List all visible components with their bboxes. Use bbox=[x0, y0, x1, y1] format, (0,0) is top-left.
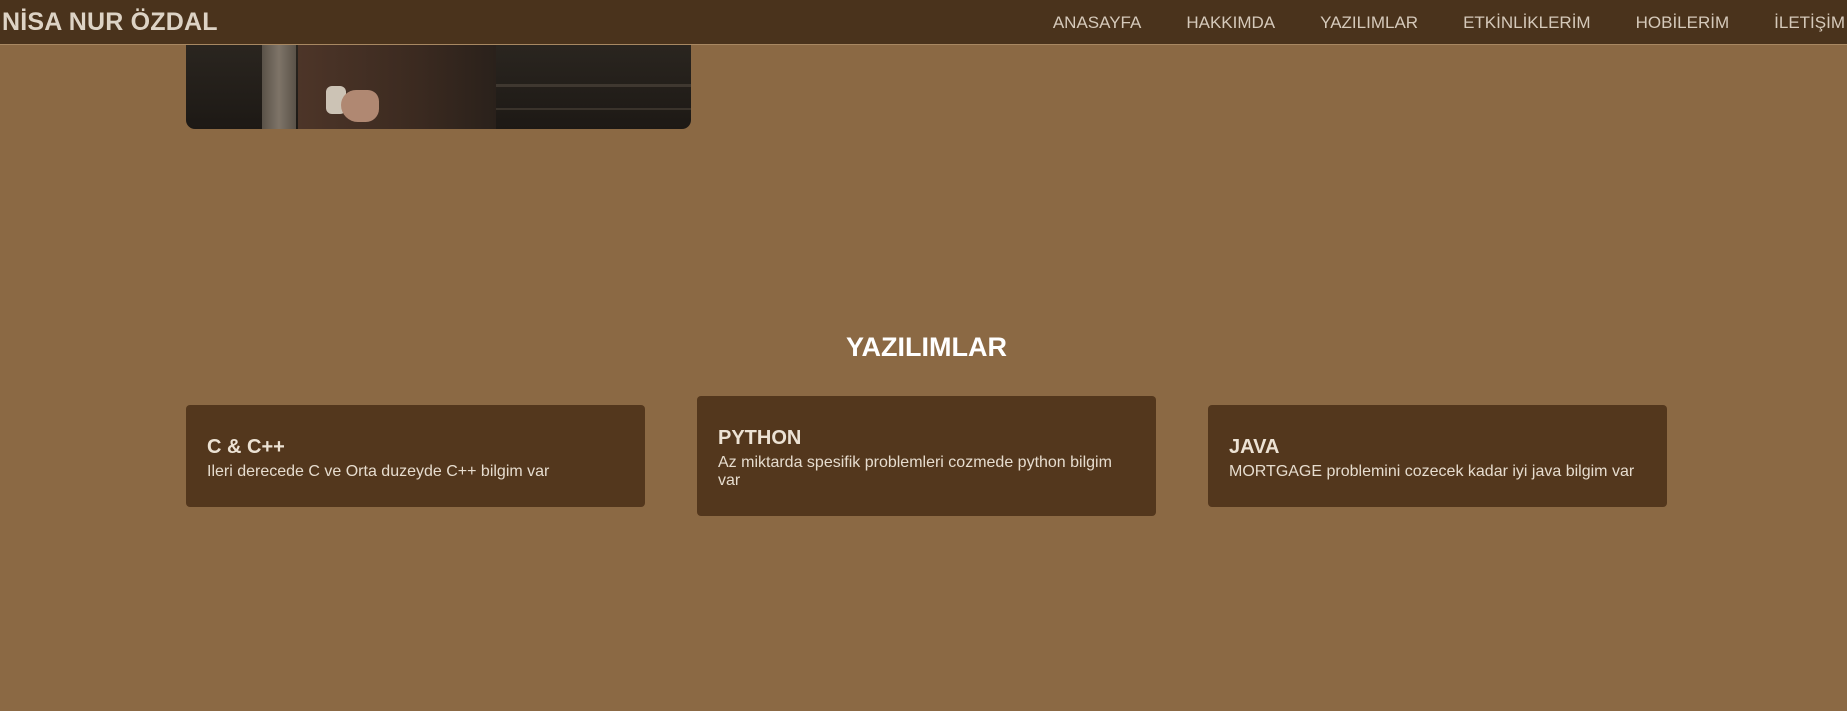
photo-railing bbox=[496, 84, 691, 87]
nav-link-hobilerim[interactable]: HOBİLERİM bbox=[1636, 13, 1730, 33]
photo-hand bbox=[341, 90, 379, 122]
skill-card-title: JAVA bbox=[1229, 436, 1280, 458]
nav-link-yazilimlar[interactable]: YAZILIMLAR bbox=[1320, 13, 1418, 33]
top-navbar: NİSA NUR ÖZDAL ANASAYFA HAKKIMDA YAZILIM… bbox=[0, 0, 1847, 45]
nav-link-etkinliklerim[interactable]: ETKİNLİKLERİM bbox=[1463, 13, 1591, 33]
nav-link-hakkimda[interactable]: HAKKIMDA bbox=[1186, 13, 1275, 33]
skill-card-text: MORTGAGE problemini cozecek kadar iyi ja… bbox=[1229, 463, 1635, 480]
photo-stone-post bbox=[262, 40, 296, 129]
nav-links: ANASAYFA HAKKIMDA YAZILIMLAR ETKİNLİKLER… bbox=[1008, 0, 1847, 45]
skill-card-c-cpp: C & C++ Ileri derecede C ve Orta duzeyde… bbox=[186, 405, 645, 507]
skill-card-text: Az miktarda spesifik problemleri cozmede… bbox=[718, 454, 1112, 489]
photo-railing-lower bbox=[496, 108, 691, 110]
skill-card-text: Ileri derecede C ve Orta duzeyde C++ bil… bbox=[207, 463, 550, 480]
nav-link-iletisim[interactable]: İLETİŞİM bbox=[1774, 13, 1845, 33]
skill-card-title: PYTHON bbox=[718, 427, 802, 449]
skill-card-title: C & C++ bbox=[207, 436, 285, 458]
photo-coat bbox=[298, 40, 496, 129]
profile-photo bbox=[186, 40, 691, 129]
site-brand[interactable]: NİSA NUR ÖZDAL bbox=[2, 8, 218, 37]
skill-card-python: PYTHON Az miktarda spesifik problemleri … bbox=[697, 396, 1156, 516]
section-title: YAZILIMLAR bbox=[846, 332, 1007, 362]
skill-card-java: JAVA MORTGAGE problemini cozecek kadar i… bbox=[1208, 405, 1667, 507]
nav-link-anasayfa[interactable]: ANASAYFA bbox=[1053, 13, 1142, 33]
